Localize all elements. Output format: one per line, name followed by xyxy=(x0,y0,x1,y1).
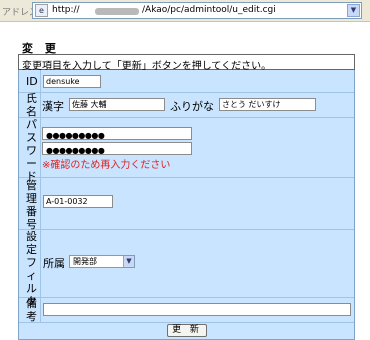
row-password: パスワード ●●●●●●●●● ●●●●●●●●● ※確認のため再入力ください xyxy=(19,117,354,183)
remarks-field[interactable] xyxy=(43,303,351,316)
management-number-field[interactable]: A-01-0032 xyxy=(43,195,113,208)
page-icon: e xyxy=(35,4,48,17)
management-number-label: 管理番号 xyxy=(26,179,37,231)
row-id: ID densuke xyxy=(19,70,354,93)
affiliation-selected: 開発部 xyxy=(73,257,97,266)
name-label: 氏名 xyxy=(26,92,37,118)
redacted-host xyxy=(95,8,139,15)
password-label: パスワード xyxy=(26,118,37,183)
furigana-field[interactable]: さとう だいすけ xyxy=(219,98,316,111)
password-confirm-note: ※確認のため再入力ください xyxy=(42,160,171,171)
password-value: ●●●●●●●●● xyxy=(46,131,105,140)
update-button[interactable]: 更 新 xyxy=(167,324,207,337)
url-path: /Akao/pc/admintool/u_edit.cgi xyxy=(142,5,276,15)
password-confirm-value: ●●●●●●●●● xyxy=(46,146,105,155)
address-bar: アドレス(D) e http:// /Akao/pc/admintool/u_e… xyxy=(0,0,370,22)
id-field[interactable]: densuke xyxy=(43,75,101,88)
kanji-label: 漢字 xyxy=(42,100,64,113)
password-confirm-field[interactable]: ●●●●●●●●● xyxy=(42,142,192,155)
affiliation-select[interactable]: 開発部 ▼ xyxy=(69,255,135,268)
edit-form: ID densuke 氏名 漢字 佐藤 大輔 ふりがな さとう だいすけ パスワ… xyxy=(18,70,355,340)
row-filter: 設定フィルタ 所属 開発部 ▼ xyxy=(19,229,354,308)
url-prefix: http:// xyxy=(52,5,80,15)
row-remarks: 備考 xyxy=(19,297,354,323)
chevron-down-icon[interactable]: ▼ xyxy=(123,256,134,267)
kanji-name-field[interactable]: 佐藤 大輔 xyxy=(69,98,165,111)
address-input[interactable]: e http:// /Akao/pc/admintool/u_edit.cgi … xyxy=(32,2,362,19)
remarks-label: 備考 xyxy=(26,297,37,323)
furigana-label: ふりがな xyxy=(170,100,214,113)
row-management-number: 管理番号 A-01-0032 xyxy=(19,177,354,231)
row-name: 氏名 漢字 佐藤 大輔 ふりがな さとう だいすけ xyxy=(19,92,354,118)
instruction-text: 変更項目を入力して「更新」ボタンを押してください。 xyxy=(18,54,355,72)
chevron-down-icon[interactable]: ▼ xyxy=(347,4,360,17)
affiliation-label: 所属 xyxy=(43,257,65,270)
password-field[interactable]: ●●●●●●●●● xyxy=(42,127,192,140)
